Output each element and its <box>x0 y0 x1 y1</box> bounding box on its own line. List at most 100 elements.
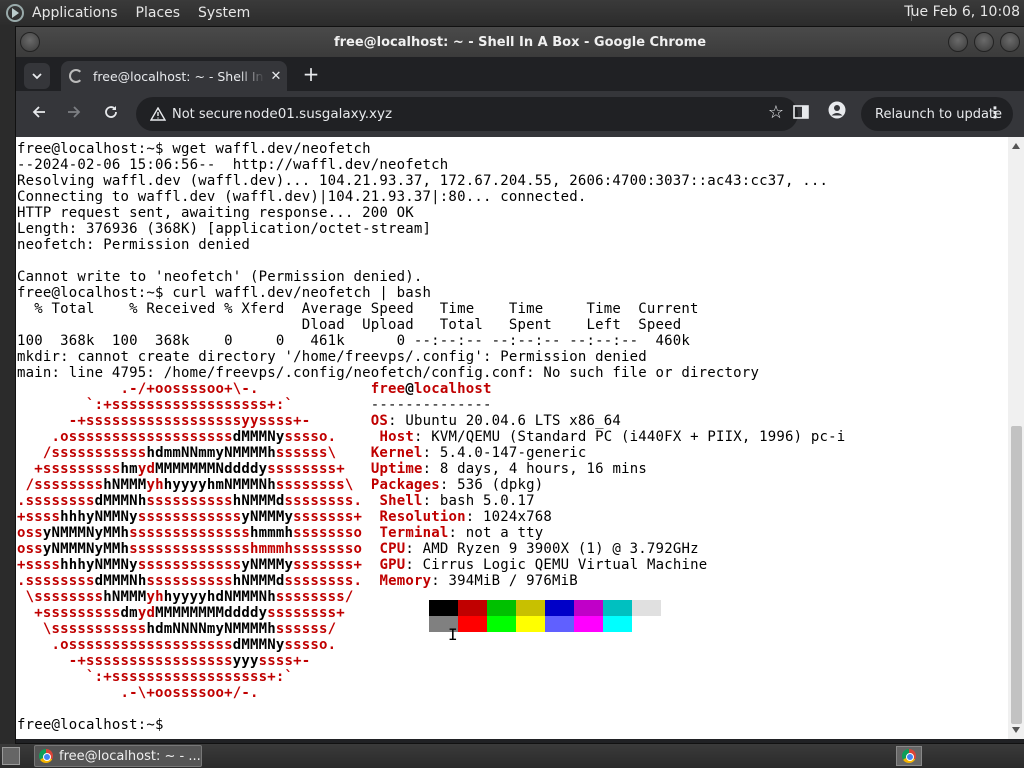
terminal-text-segment: yh <box>146 589 164 605</box>
maximize-button[interactable] <box>974 32 994 52</box>
taskbar-item-label: free@localhost: ~ - ... <box>59 748 201 764</box>
side-panel-button[interactable] <box>788 101 814 127</box>
color-swatch <box>458 616 487 632</box>
terminal-text-segment: : 5.4.0-147-generic <box>422 445 587 461</box>
menu-places[interactable]: Places <box>136 5 181 21</box>
terminal-area[interactable]: free@localhost:~$ wget waffl.dev/neofetc… <box>16 137 1008 739</box>
terminal-line: -+sssssssssssssssssyyyssss+- <box>17 653 1007 669</box>
terminal-text-segment: : 394MiB / 976MiB <box>431 573 578 589</box>
terminal-text-segment: : 8 days, 4 hours, 16 mins <box>422 461 647 477</box>
terminal-text-segment: hNMMMd <box>232 573 285 589</box>
show-desktop-button[interactable] <box>2 747 20 765</box>
terminal-text-segment: ssssssss+ <box>267 605 345 621</box>
relaunch-to-update-button[interactable]: Relaunch to update ⋮ <box>861 97 1013 131</box>
browser-window: free@localhost: ~ - Shell In A Box - Goo… <box>15 26 1024 744</box>
taskbar-item-chrome[interactable]: free@localhost: ~ - ... <box>34 745 202 767</box>
terminal-text-segment: +sssssssss <box>17 605 121 621</box>
terminal-text-segment: ssssssssssss <box>137 509 242 525</box>
terminal-text-segment: hNMMM <box>103 589 147 605</box>
arrow-left-icon <box>32 106 45 118</box>
terminal-text-segment: MMMMMMMMddddy <box>155 605 268 621</box>
terminal-text-segment: sssssssssssssshmmmhssssssso <box>129 541 363 557</box>
more-menu-icon[interactable]: ⋮ <box>987 103 1003 122</box>
color-swatch <box>574 600 603 616</box>
minimize-button[interactable] <box>948 32 968 52</box>
clock[interactable]: Tue Feb 6, 10:08 <box>904 4 1020 20</box>
terminal-text-segment: sssso. <box>284 637 337 653</box>
reload-icon <box>105 106 117 118</box>
terminal-text-segment: Terminal <box>379 525 449 541</box>
terminal-scrollbar[interactable] <box>1008 137 1024 739</box>
terminal-text-segment: dMMMNh <box>94 573 147 589</box>
terminal-text-segment: free@localhost:~$ <box>17 717 173 733</box>
terminal-text-segment: oss <box>17 541 43 557</box>
scroll-up-arrow-icon[interactable] <box>1012 143 1020 149</box>
color-swatch <box>545 616 574 632</box>
site-security-chip[interactable]: Not secure <box>144 103 252 125</box>
terminal-text-segment: -+ssssssssssssssssssyyssss+- <box>17 413 311 429</box>
terminal-output: free@localhost:~$ wget waffl.dev/neofetc… <box>17 141 1007 733</box>
tab-close-icon[interactable]: ✕ <box>265 69 287 84</box>
terminal-line: .ssssssssdMMMNhsssssssssshNMMMdssssssss.… <box>17 493 1007 509</box>
menu-applications[interactable]: Applications <box>32 5 118 21</box>
terminal-line: free@localhost:~$ <box>17 717 1007 733</box>
close-window-button[interactable] <box>1000 32 1020 52</box>
terminal-line: .-\+oossssoo+/-. <box>17 685 1007 701</box>
chrome-icon <box>39 749 53 763</box>
menu-system[interactable]: System <box>198 5 250 21</box>
terminal-text-segment: @ <box>405 381 414 397</box>
terminal-text-segment: Shell <box>379 493 423 509</box>
desktop-logo-icon[interactable] <box>6 3 24 22</box>
terminal-text-segment: ssssssssssssss <box>129 525 250 541</box>
forward-button[interactable] <box>61 101 87 127</box>
scrollbar-thumb[interactable] <box>1011 426 1022 724</box>
terminal-text-segment: OS <box>370 413 389 429</box>
terminal-text-segment: : AMD Ryzen 9 3900X (1) @ 3.792GHz <box>405 541 699 557</box>
color-swatch <box>603 600 632 616</box>
terminal-text-segment: ssssssss. <box>284 573 363 589</box>
terminal-text-segment: yyy <box>232 653 259 669</box>
new-tab-button[interactable]: + <box>299 63 323 87</box>
terminal-text-segment: yNMMMy <box>241 557 294 573</box>
terminal-text-segment: .ssssssss <box>17 573 95 589</box>
url-text[interactable]: node01.susgalaxy.xyz <box>244 106 392 122</box>
profile-avatar-icon <box>828 101 846 119</box>
profile-button[interactable] <box>824 101 850 127</box>
terminal-text-segment: \ssssssss <box>17 589 104 605</box>
terminal-text-segment: +sssssssss <box>17 461 121 477</box>
reload-button[interactable] <box>98 101 124 127</box>
chrome-tray-icon <box>902 749 916 763</box>
tab-title: free@localhost: ~ - Shell In A Box <box>93 68 265 84</box>
window-titlebar[interactable]: free@localhost: ~ - Shell In A Box - Goo… <box>16 27 1024 57</box>
terminal-line: --2024-02-06 15:06:56-- http://waffl.dev… <box>17 157 1007 173</box>
terminal-text-segment: ssssssss. <box>284 493 363 509</box>
back-button[interactable] <box>26 101 52 127</box>
terminal-text-segment: hmmmh <box>250 525 294 541</box>
terminal-text-segment: `:+ssssssssssssssssss+:` <box>17 669 294 685</box>
terminal-text-segment: Kernel <box>370 445 423 461</box>
terminal-line: HTTP request sent, awaiting response... … <box>17 205 1007 221</box>
text-cursor-ibeam-icon: I <box>448 625 458 644</box>
bookmark-star-icon[interactable]: ☆ <box>764 101 788 125</box>
terminal-line: Connecting to waffl.dev (waffl.dev)|104.… <box>17 189 1007 205</box>
terminal-text-segment: MMMMMMMNddddy <box>155 461 268 477</box>
tab-shellinabox[interactable]: free@localhost: ~ - Shell In A Box ✕ <box>61 61 287 91</box>
scroll-down-arrow-icon[interactable] <box>1012 727 1020 733</box>
top-panel: Applications Places System Tue Feb 6, 10… <box>0 0 1024 25</box>
window-menu-button[interactable] <box>20 32 40 52</box>
warning-triangle-icon <box>150 107 166 121</box>
terminal-text-segment: oss <box>17 525 43 541</box>
terminal-text-segment: ssssss/ <box>275 621 337 637</box>
address-bar[interactable]: Not secure node01.susgalaxy.xyz ☆ <box>136 97 798 131</box>
tray-chrome-button[interactable] <box>896 746 922 766</box>
terminal-text-segment: -------------- <box>370 397 492 413</box>
terminal-text-segment: ssss+- <box>258 653 311 669</box>
terminal-text-segment: .-\+oossssoo+/-. <box>17 685 259 701</box>
terminal-text-segment: dm <box>120 605 138 621</box>
tab-search-button[interactable] <box>24 63 50 89</box>
